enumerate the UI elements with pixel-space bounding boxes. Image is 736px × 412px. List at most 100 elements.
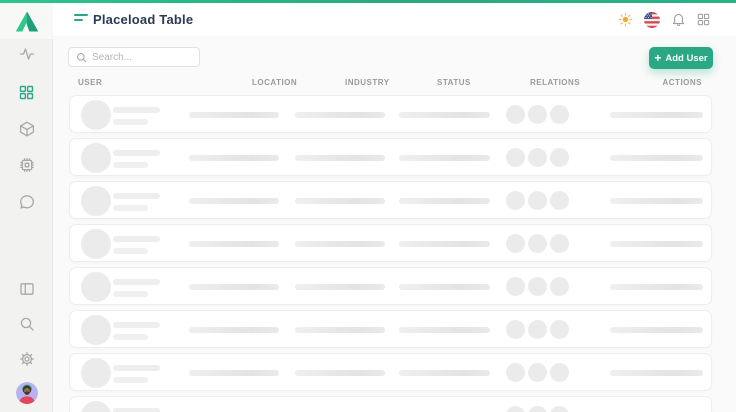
table-row	[69, 310, 712, 348]
panel-icon	[19, 281, 35, 297]
avatar-placeholder	[81, 272, 111, 302]
avatar-placeholder	[81, 401, 111, 412]
avatar-placeholder	[81, 358, 111, 388]
relation-placeholder	[550, 234, 569, 253]
sun-icon	[618, 12, 633, 27]
relation-placeholder	[528, 191, 547, 210]
name-placeholder	[113, 193, 160, 199]
sidebar	[0, 3, 53, 412]
activity-icon	[19, 46, 35, 62]
column-header-actions: ACTIONS	[663, 78, 703, 87]
industry-placeholder	[295, 284, 385, 290]
relation-placeholder	[550, 406, 569, 412]
logo-triangle-icon	[15, 11, 39, 32]
location-placeholder	[189, 155, 279, 161]
industry-placeholder	[295, 327, 385, 333]
chat-icon	[19, 194, 35, 210]
actions-placeholder	[610, 284, 703, 290]
table-row	[69, 396, 712, 412]
subtitle-placeholder	[113, 334, 148, 340]
column-header-user: USER	[78, 78, 102, 87]
apps-menu-button[interactable]	[697, 13, 710, 26]
sidebar-item-elements[interactable]	[0, 156, 53, 174]
location-placeholder	[189, 284, 279, 290]
column-header-relations: RELATIONS	[530, 78, 580, 87]
relation-placeholder	[550, 191, 569, 210]
avatar-placeholder	[81, 229, 111, 259]
name-placeholder	[113, 236, 160, 242]
name-placeholder	[113, 365, 160, 371]
sidebar-item-activity[interactable]	[0, 45, 53, 63]
relation-placeholder	[506, 277, 525, 296]
column-header-industry: INDUSTRY	[345, 78, 390, 87]
sidebar-item-settings[interactable]	[0, 350, 53, 368]
relation-placeholder	[506, 234, 525, 253]
table-row	[69, 267, 712, 305]
package-icon	[19, 121, 35, 137]
top-accent-bar	[0, 0, 736, 3]
avatar-placeholder	[81, 315, 111, 345]
add-user-label: Add User	[665, 53, 707, 64]
industry-placeholder	[295, 198, 385, 204]
relation-placeholder	[528, 234, 547, 253]
search-input[interactable]	[92, 52, 199, 63]
name-placeholder	[113, 150, 160, 156]
relation-placeholder	[506, 320, 525, 339]
subtitle-placeholder	[113, 162, 148, 168]
subtitle-placeholder	[113, 291, 148, 297]
column-header-location: LOCATION	[252, 78, 297, 87]
avatar-placeholder	[81, 100, 111, 130]
table-row	[69, 138, 712, 176]
relation-placeholder	[506, 105, 525, 124]
name-placeholder	[113, 107, 160, 113]
sidebar-item-messages[interactable]	[0, 193, 53, 211]
user-avatar	[16, 382, 38, 404]
sidebar-item-search[interactable]	[0, 315, 53, 333]
theme-toggle[interactable]	[618, 12, 633, 27]
relation-placeholder	[506, 191, 525, 210]
location-placeholder	[189, 198, 279, 204]
relation-placeholder	[506, 406, 525, 412]
cpu-icon	[19, 157, 35, 173]
relation-placeholder	[528, 105, 547, 124]
relation-placeholder	[528, 277, 547, 296]
search-icon	[76, 52, 87, 63]
status-placeholder	[399, 155, 490, 161]
industry-placeholder	[295, 155, 385, 161]
actions-placeholder	[610, 198, 703, 204]
sidebar-item-components[interactable]	[0, 120, 53, 138]
sidebar-item-panels[interactable]	[0, 280, 53, 298]
actions-placeholder	[610, 370, 703, 376]
industry-placeholder	[295, 112, 385, 118]
column-header-status: STATUS	[437, 78, 471, 87]
add-user-button[interactable]: + Add User	[649, 47, 713, 69]
sidebar-profile[interactable]	[0, 382, 53, 404]
sidebar-item-dashboard-active[interactable]	[0, 83, 53, 101]
industry-placeholder	[295, 370, 385, 376]
table-row	[69, 224, 712, 262]
relation-placeholder	[506, 148, 525, 167]
header: Placeload Table	[53, 3, 736, 36]
relation-placeholder	[528, 320, 547, 339]
bell-icon	[671, 12, 686, 27]
relation-placeholder	[550, 277, 569, 296]
menu-toggle[interactable]	[74, 14, 88, 24]
status-placeholder	[399, 327, 490, 333]
table-row	[69, 181, 712, 219]
language-selector[interactable]	[644, 12, 660, 28]
relation-placeholder	[528, 148, 547, 167]
subtitle-placeholder	[113, 205, 148, 211]
search-box	[68, 47, 200, 67]
subtitle-placeholder	[113, 377, 148, 383]
app-logo[interactable]	[0, 3, 53, 39]
name-placeholder	[113, 408, 160, 412]
table-body	[69, 95, 712, 412]
relation-placeholder	[550, 320, 569, 339]
location-placeholder	[189, 112, 279, 118]
subtitle-placeholder	[113, 248, 148, 254]
avatar-placeholder	[81, 143, 111, 173]
notifications-button[interactable]	[671, 12, 686, 27]
grid-icon	[19, 85, 34, 100]
name-placeholder	[113, 279, 160, 285]
table-row	[69, 95, 712, 133]
